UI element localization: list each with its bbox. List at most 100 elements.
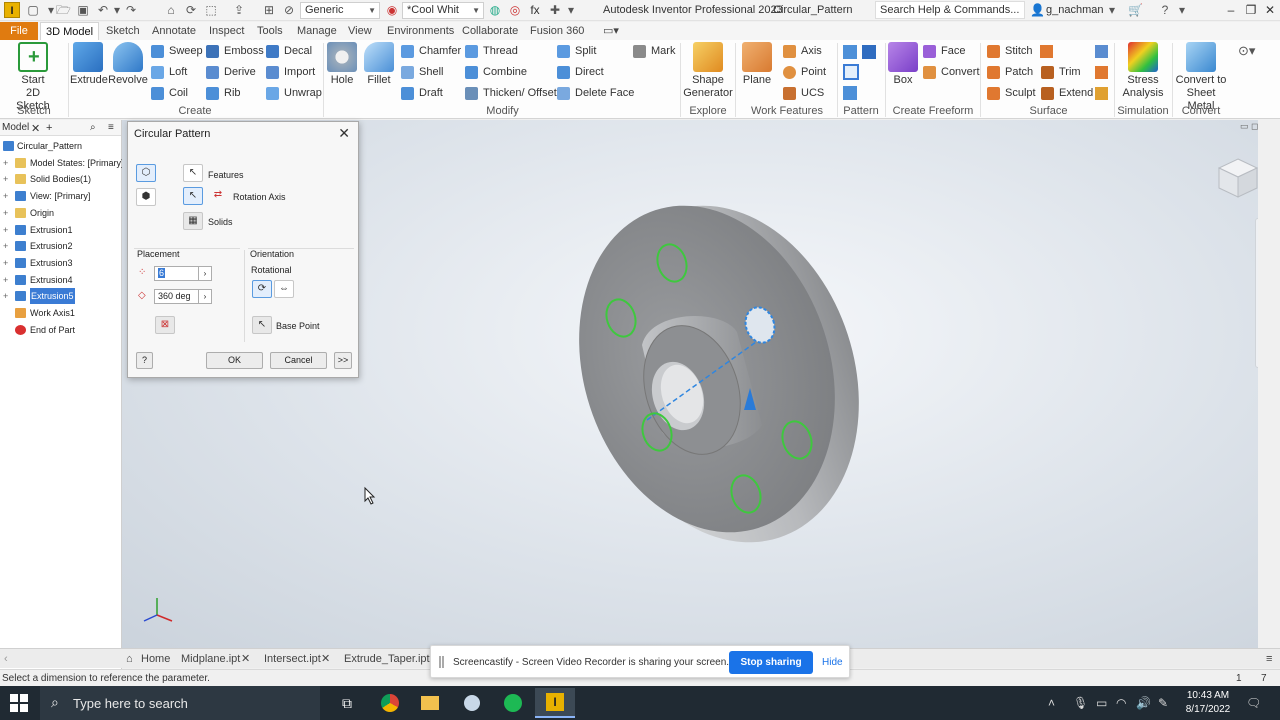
doc-tab-extrude-taper[interactable]: Extrude_Taper.ipt: [344, 651, 430, 668]
shape-generator-button[interactable]: Shape Generator: [683, 42, 733, 100]
fit-mesh-face-icon[interactable]: [1095, 87, 1108, 100]
expand-icon[interactable]: +: [3, 155, 8, 171]
split-button[interactable]: Split: [556, 42, 596, 60]
menu-icon[interactable]: ≡: [108, 122, 114, 133]
stop-sharing-button[interactable]: Stop sharing: [729, 651, 813, 674]
ucs-button[interactable]: UCS: [782, 84, 824, 102]
features-select-button[interactable]: ↖: [183, 164, 203, 182]
ruled-surface-icon[interactable]: [1040, 45, 1053, 58]
tab-menu-icon[interactable]: ≡: [1266, 651, 1272, 668]
steering-wheel-icon[interactable]: ◎: [1256, 219, 1258, 243]
drag-handle-icon[interactable]: [439, 656, 444, 668]
direct-button[interactable]: Direct: [556, 63, 604, 81]
repair-bodies-icon[interactable]: [1095, 66, 1108, 79]
parameters-icon[interactable]: fx: [528, 3, 542, 17]
browser-item[interactable]: + View: [Primary]: [0, 188, 122, 204]
axis-button[interactable]: Axis: [782, 42, 822, 60]
occurrence-angle-input[interactable]: 360 deg ›: [154, 289, 212, 304]
home-tab-icon[interactable]: ⌂: [126, 651, 133, 668]
hide-link[interactable]: Hide: [822, 657, 843, 668]
new-file-icon[interactable]: ▢: [26, 3, 40, 17]
face-button[interactable]: Face: [922, 42, 965, 60]
redo-icon[interactable]: ↷: [124, 3, 138, 17]
app-taskbar-button[interactable]: [452, 688, 492, 718]
close-browser-icon[interactable]: ✕: [31, 122, 40, 135]
coil-button[interactable]: Coil: [150, 84, 188, 102]
extend-button[interactable]: Extend: [1040, 84, 1093, 102]
circular-pattern-icon[interactable]: [843, 64, 859, 80]
undo-dropdown-icon[interactable]: ▾: [110, 3, 124, 17]
midplane-button[interactable]: ⊠: [155, 316, 175, 334]
ok-button[interactable]: OK: [206, 352, 263, 369]
help-search-input[interactable]: Search Help & Commands...: [875, 1, 1025, 19]
pattern-features-mode-button[interactable]: ⬡: [136, 164, 156, 182]
combine-button[interactable]: Combine: [464, 63, 527, 81]
tab-sketch[interactable]: Sketch: [101, 22, 145, 40]
shell-button[interactable]: Shell: [400, 63, 443, 81]
browser-item[interactable]: Work Axis1: [0, 305, 122, 321]
derive-button[interactable]: Derive: [205, 63, 256, 81]
network-icon[interactable]: ▭: [1096, 696, 1107, 710]
browser-item[interactable]: + Extrusion5: [0, 288, 122, 305]
close-tab-icon[interactable]: ✕: [241, 651, 250, 668]
pan-icon[interactable]: ✋: [1256, 243, 1258, 267]
draft-button[interactable]: Draft: [400, 84, 443, 102]
look-at-icon[interactable]: ▭: [1256, 315, 1258, 339]
dialog-help-button[interactable]: ?: [136, 352, 153, 369]
task-view-button[interactable]: ⧉: [327, 688, 367, 718]
more-options-button[interactable]: >>: [334, 352, 352, 369]
zoom-icon[interactable]: ⌕: [1256, 267, 1258, 291]
cancel-button[interactable]: Cancel: [270, 352, 327, 369]
help-dropdown-icon[interactable]: ▾: [1175, 3, 1189, 17]
sculpt-button[interactable]: Sculpt: [986, 84, 1036, 102]
rib-button[interactable]: Rib: [205, 84, 241, 102]
tab-3d-model[interactable]: 3D Model: [40, 22, 100, 40]
angle-arrow-icon[interactable]: ›: [198, 289, 212, 304]
stress-analysis-button[interactable]: Stress Analysis: [1118, 42, 1168, 100]
count-arrow-icon[interactable]: ›: [198, 266, 212, 281]
tab-fusion-360[interactable]: Fusion 360: [525, 22, 589, 40]
browser-item[interactable]: + Model States: [Primary]: [0, 155, 124, 171]
spotify-taskbar-button[interactable]: [493, 688, 533, 718]
close-window-button[interactable]: ✕: [1261, 2, 1279, 18]
chrome-taskbar-button[interactable]: [370, 688, 410, 718]
taskbar-search-box[interactable]: ⌕ Type here to search: [40, 686, 320, 720]
inventor-logo[interactable]: I: [4, 2, 20, 18]
wifi-icon[interactable]: ◠: [1116, 696, 1126, 710]
tab-file[interactable]: File: [0, 22, 38, 40]
browser-item[interactable]: + Extrusion3: [0, 255, 122, 271]
help-icon[interactable]: ?: [1158, 3, 1172, 17]
expand-icon[interactable]: +: [3, 255, 8, 271]
plane-button[interactable]: Plane: [740, 42, 774, 87]
sweep-button[interactable]: Sweep: [150, 42, 203, 60]
tray-overflow-icon[interactable]: ˄: [1048, 696, 1055, 710]
emboss-button[interactable]: Emboss: [205, 42, 264, 60]
search-icon[interactable]: ⌕: [90, 122, 96, 133]
browser-item[interactable]: + Extrusion4: [0, 272, 122, 288]
convert-sheet-metal-button[interactable]: Convert to Sheet Metal: [1173, 42, 1229, 113]
viewcube[interactable]: [1215, 155, 1258, 201]
flip-axis-button[interactable]: ⇄: [208, 187, 228, 205]
replace-face-icon[interactable]: [1095, 45, 1108, 58]
trim-button[interactable]: Trim: [1040, 63, 1081, 81]
tab-collaborate[interactable]: Collaborate: [457, 22, 523, 40]
convert-freeform-button[interactable]: Convert: [922, 63, 980, 81]
stitch-button[interactable]: Stitch: [986, 42, 1033, 60]
add-icon[interactable]: ✚: [548, 3, 562, 17]
tab-scroll-left-icon[interactable]: ‹: [4, 651, 8, 668]
expand-icon[interactable]: +: [3, 171, 8, 187]
decal-button[interactable]: Decal: [265, 42, 312, 60]
import-button[interactable]: Import: [265, 63, 315, 81]
start-2d-sketch-button[interactable]: + Start 2D Sketch: [8, 42, 58, 113]
minimize-button[interactable]: –: [1222, 2, 1240, 18]
tab-view[interactable]: View: [343, 22, 377, 40]
fillet-button[interactable]: Fillet: [362, 42, 396, 87]
doc-tab-midplane[interactable]: Midplane.ipt: [181, 651, 240, 668]
inventor-taskbar-button[interactable]: I: [535, 688, 575, 718]
expand-icon[interactable]: +: [3, 288, 8, 304]
extrude-button[interactable]: Extrude: [70, 42, 108, 87]
export-icon[interactable]: ⇪: [232, 3, 246, 17]
notifications-icon[interactable]: 🗨: [1246, 696, 1261, 710]
doc-tab-intersect[interactable]: Intersect.ipt: [264, 651, 321, 668]
chamfer-button[interactable]: Chamfer: [400, 42, 461, 60]
